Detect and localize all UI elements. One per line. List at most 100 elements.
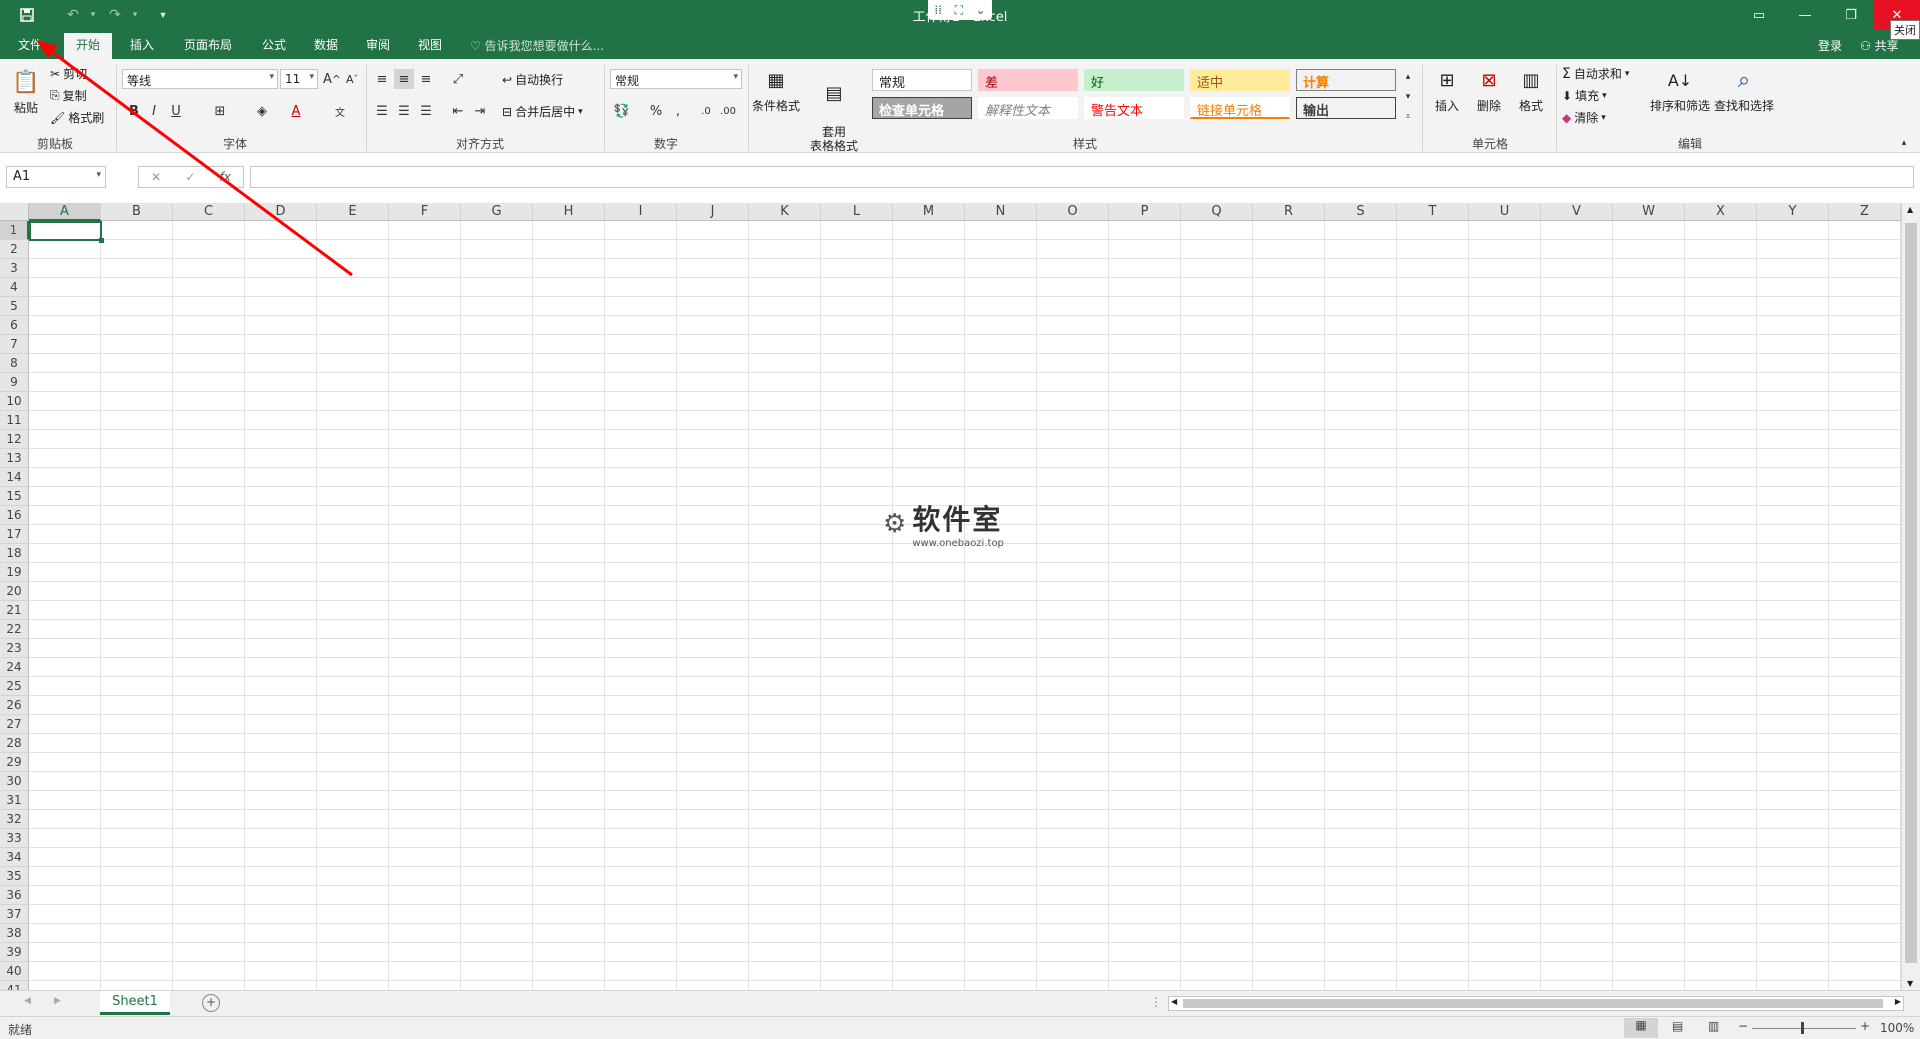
wrap-text-button[interactable]: ↩ 自动换行 [502, 71, 563, 88]
column-header-m[interactable]: M [893, 203, 965, 221]
active-cell-a1[interactable] [29, 221, 102, 241]
column-header-y[interactable]: Y [1757, 203, 1829, 221]
column-header-u[interactable]: U [1469, 203, 1541, 221]
cell-style-item[interactable]: 检查单元格 [872, 97, 972, 119]
tab-view[interactable]: 视图 [406, 33, 454, 59]
row-header-25[interactable]: 25 [0, 677, 29, 696]
copy-button[interactable]: ⎘ 复制 [50, 87, 87, 104]
row-header-19[interactable]: 19 [0, 563, 29, 582]
fill-button[interactable]: ⬇ 填充 ▾ [1562, 87, 1607, 104]
row-header-27[interactable]: 27 [0, 715, 29, 734]
restore-button[interactable]: ❐ [1828, 0, 1874, 30]
find-select-button[interactable]: ⌕ 查找和选择 [1712, 65, 1776, 114]
cell-style-item[interactable]: 解释性文本 [978, 97, 1078, 119]
name-box[interactable]: A1 ▾ [6, 166, 106, 188]
row-header-10[interactable]: 10 [0, 392, 29, 411]
cell-grid[interactable] [29, 221, 1901, 990]
row-header-23[interactable]: 23 [0, 639, 29, 658]
tell-me-box[interactable]: ♡ 告诉我您想要做什么... [470, 37, 604, 54]
conditional-format-button[interactable]: ▦ 条件格式 [750, 65, 802, 114]
floating-capture-toolbar[interactable]: ⁞⁞ ⛶ ⌄ [928, 0, 992, 20]
gallery-more-icon[interactable]: ⩡ [1398, 107, 1418, 127]
clear-button[interactable]: ◆ 清除 ▾ [1562, 109, 1606, 126]
row-header-29[interactable]: 29 [0, 753, 29, 772]
cell-style-item[interactable]: 常规 [872, 69, 972, 91]
row-header-6[interactable]: 6 [0, 316, 29, 335]
scroll-down-icon[interactable]: ▼ [1907, 979, 1913, 988]
enter-icon[interactable]: ✓ [185, 170, 195, 184]
row-header-36[interactable]: 36 [0, 886, 29, 905]
row-header-7[interactable]: 7 [0, 335, 29, 354]
vertical-scroll-thumb[interactable] [1905, 223, 1917, 963]
cell-style-item[interactable]: 链接单元格 [1190, 97, 1290, 119]
row-header-13[interactable]: 13 [0, 449, 29, 468]
row-header-21[interactable]: 21 [0, 601, 29, 620]
align-center-icon[interactable]: ☰ [394, 101, 414, 121]
align-middle-icon[interactable]: ≡ [394, 69, 414, 89]
prev-sheet-icon[interactable]: ◀ [24, 996, 31, 1006]
cell-style-item[interactable]: 警告文本 [1084, 97, 1184, 119]
column-header-c[interactable]: C [173, 203, 245, 221]
orientation-icon[interactable]: ⤢ [448, 69, 468, 89]
column-header-v[interactable]: V [1541, 203, 1613, 221]
zoom-in-icon[interactable]: + [1860, 1019, 1870, 1033]
currency-icon[interactable]: 💱 [612, 101, 632, 121]
merge-center-button[interactable]: ⊟ 合并后居中 ▾ [502, 103, 583, 120]
format-painter-button[interactable]: 🖌 格式刷 [50, 109, 104, 126]
insert-cells-button[interactable]: ⊞ 插入 [1426, 65, 1468, 114]
comma-button[interactable]: , [668, 101, 688, 121]
cell-style-item[interactable]: 输出 [1296, 97, 1396, 119]
horizontal-scrollbar[interactable]: ◀ ▶ [1168, 996, 1904, 1011]
row-header-33[interactable]: 33 [0, 829, 29, 848]
sort-filter-button[interactable]: A↓ 排序和筛选 [1648, 65, 1712, 114]
column-header-s[interactable]: S [1325, 203, 1397, 221]
column-header-a[interactable]: A [29, 203, 101, 221]
decrease-indent-icon[interactable]: ⇤ [448, 101, 468, 121]
fill-handle[interactable] [99, 238, 104, 243]
row-header-2[interactable]: 2 [0, 240, 29, 259]
tab-data[interactable]: 数据 [302, 33, 350, 59]
fullscreen-icon[interactable]: ⛶ [955, 3, 963, 18]
increase-decimal-icon[interactable]: .0 [696, 101, 716, 121]
row-header-28[interactable]: 28 [0, 734, 29, 753]
number-format-combo[interactable]: 常规 ▾ [610, 69, 742, 89]
column-header-f[interactable]: F [389, 203, 461, 221]
increase-indent-icon[interactable]: ⇥ [470, 101, 490, 121]
row-header-38[interactable]: 38 [0, 924, 29, 943]
insert-function-button[interactable]: fx [220, 170, 231, 184]
zoom-out-icon[interactable]: − [1738, 1019, 1748, 1033]
row-header-16[interactable]: 16 [0, 506, 29, 525]
borders-icon[interactable]: ⊞ [210, 101, 230, 121]
row-header-11[interactable]: 11 [0, 411, 29, 430]
tab-review[interactable]: 审阅 [354, 33, 402, 59]
column-header-b[interactable]: B [101, 203, 173, 221]
formula-input[interactable] [250, 166, 1914, 188]
decrease-decimal-icon[interactable]: .00 [718, 101, 738, 121]
column-header-l[interactable]: L [821, 203, 893, 221]
collapse-ribbon-icon[interactable]: ▴ [1894, 133, 1914, 153]
row-header-3[interactable]: 3 [0, 259, 29, 278]
decrease-font-icon[interactable]: Aˇ [342, 69, 362, 89]
next-sheet-icon[interactable]: ▶ [54, 996, 61, 1006]
page-break-view-icon[interactable]: ▥ [1708, 1019, 1719, 1033]
zoom-slider[interactable] [1752, 1028, 1856, 1029]
column-header-r[interactable]: R [1253, 203, 1325, 221]
font-color-icon[interactable]: A [286, 101, 306, 121]
row-header-39[interactable]: 39 [0, 943, 29, 962]
autosum-button[interactable]: Σ 自动求和 ▾ [1562, 65, 1629, 82]
tab-formulas[interactable]: 公式 [250, 33, 298, 59]
row-header-35[interactable]: 35 [0, 867, 29, 886]
column-header-n[interactable]: N [965, 203, 1037, 221]
cell-style-item[interactable]: 好 [1084, 69, 1184, 91]
column-header-p[interactable]: P [1109, 203, 1181, 221]
font-size-combo[interactable]: 11 ▾ [280, 69, 318, 89]
split-handle-icon[interactable]: ⋮ [1150, 995, 1162, 1009]
page-layout-view-icon[interactable]: ▤ [1672, 1019, 1683, 1033]
row-header-12[interactable]: 12 [0, 430, 29, 449]
cell-style-item[interactable]: 适中 [1190, 69, 1290, 91]
increase-font-icon[interactable]: A ^ [322, 69, 342, 89]
column-header-i[interactable]: I [605, 203, 677, 221]
phonetic-icon[interactable]: 文 [330, 101, 350, 121]
chevron-down-icon[interactable]: ⌄ [976, 3, 986, 17]
row-header-1[interactable]: 1 [0, 221, 29, 240]
